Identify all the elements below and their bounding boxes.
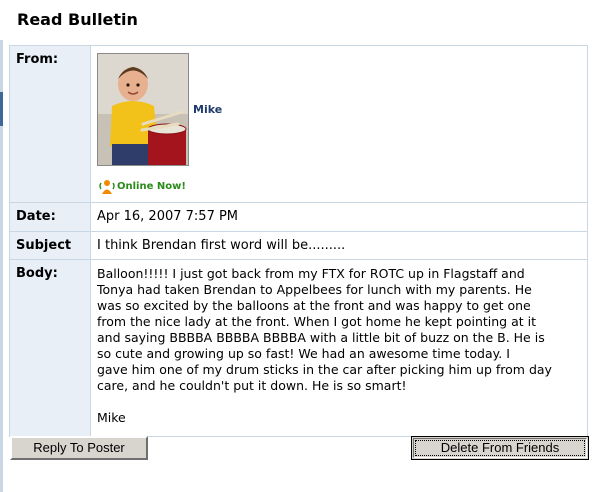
date-label: Date: <box>9 202 91 232</box>
body-row: Body: Balloon!!!!! I just got back from … <box>9 259 588 437</box>
body-line: Balloon!!!!! I just got back from my FTX… <box>97 266 525 281</box>
online-status-text: Online Now! <box>117 180 186 192</box>
body-line: and saying BBBBA BBBBA BBBBA with a litt… <box>97 330 545 345</box>
sender-photo[interactable] <box>97 53 189 166</box>
reply-to-poster-button[interactable]: Reply To Poster <box>10 436 148 460</box>
subject-label: Subject <box>9 231 91 260</box>
body-line: gave him one of my drum sticks in the ca… <box>97 362 552 377</box>
body-line: so cute and growing up so fast! We had a… <box>97 346 510 361</box>
subject-value: I think Brendan first word will be......… <box>90 231 588 260</box>
date-value: Apr 16, 2007 7:57 PM <box>90 202 588 232</box>
page-title: Read Bulletin <box>17 10 138 29</box>
body-label: Body: <box>9 259 91 437</box>
body-line: from the nice lady at the front. When I … <box>97 314 536 329</box>
from-row: From: Mike Online Now! <box>9 45 588 203</box>
body-line: was so excited by the balloons at the fr… <box>97 298 531 313</box>
left-edge-accent <box>0 92 3 126</box>
date-row: Date: Apr 16, 2007 7:57 PM <box>9 202 588 232</box>
online-person-icon <box>99 180 115 194</box>
from-value: Mike Online Now! <box>90 45 588 203</box>
online-status: Online Now! <box>98 178 186 194</box>
body-signature: Mike <box>97 410 126 425</box>
body-value: Balloon!!!!! I just got back from my FTX… <box>90 259 588 437</box>
body-text: Balloon!!!!! I just got back from my FTX… <box>97 266 577 436</box>
delete-from-friends-label: Delete From Friends <box>413 438 587 458</box>
sender-name-link[interactable]: Mike <box>193 103 222 116</box>
child-drummer-photo <box>98 54 188 165</box>
delete-from-friends-button[interactable]: Delete From Friends <box>411 436 589 460</box>
body-line: care, and he couldn't put it down. He is… <box>97 378 407 393</box>
bulletin-table: From: Mike Online Now! Date: Apr 16, 200… <box>9 45 588 437</box>
subject-row: Subject I think Brendan first word will … <box>9 231 588 260</box>
body-line: Tonya had taken Brendan to Appelbees for… <box>97 282 532 297</box>
read-bulletin-page: Read Bulletin From: Mike Online Now! Dat… <box>0 0 609 492</box>
from-label: From: <box>9 45 91 203</box>
